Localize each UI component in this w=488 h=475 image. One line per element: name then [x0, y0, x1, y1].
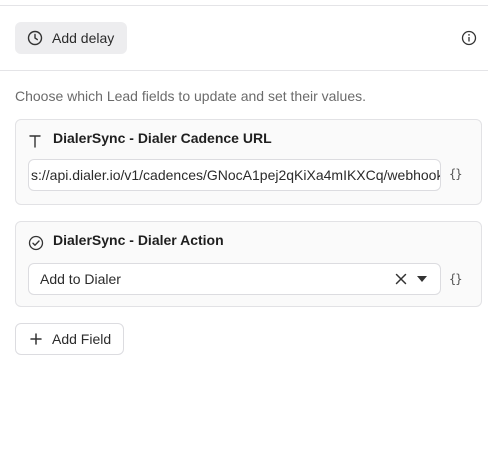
add-field-button[interactable]: Add Field: [15, 323, 124, 355]
cadence-url-value: s://api.dialer.io/v1/cadences/GNocA1pej2…: [31, 167, 441, 183]
fields-description: Choose which Lead fields to update and s…: [15, 88, 367, 104]
section-divider: [0, 70, 488, 71]
field-card-cadence-url: DialerSync - Dialer Cadence URL s://api.…: [15, 119, 482, 205]
curly-braces-icon[interactable]: {}: [449, 272, 462, 286]
dialer-action-value: Add to Dialer: [40, 271, 121, 287]
plus-icon: [29, 332, 43, 346]
add-field-label: Add Field: [52, 331, 112, 347]
cadence-url-input[interactable]: s://api.dialer.io/v1/cadences/GNocA1pej2…: [28, 159, 441, 191]
field-title: DialerSync - Dialer Action: [53, 232, 224, 248]
dialer-action-select[interactable]: Add to Dialer: [28, 263, 441, 295]
curly-braces-icon[interactable]: {}: [449, 167, 462, 181]
close-icon[interactable]: [395, 273, 407, 285]
text-type-icon: [28, 133, 42, 149]
caret-down-icon[interactable]: [417, 276, 427, 283]
info-icon[interactable]: [461, 30, 477, 46]
add-delay-button[interactable]: Add delay: [15, 22, 127, 54]
field-card-dialer-action: DialerSync - Dialer Action Add to Dialer…: [15, 221, 482, 307]
field-title: DialerSync - Dialer Cadence URL: [53, 130, 272, 146]
clock-icon: [27, 30, 43, 46]
check-circle-icon: [28, 235, 44, 251]
top-divider: [0, 5, 488, 6]
add-delay-label: Add delay: [52, 30, 115, 46]
